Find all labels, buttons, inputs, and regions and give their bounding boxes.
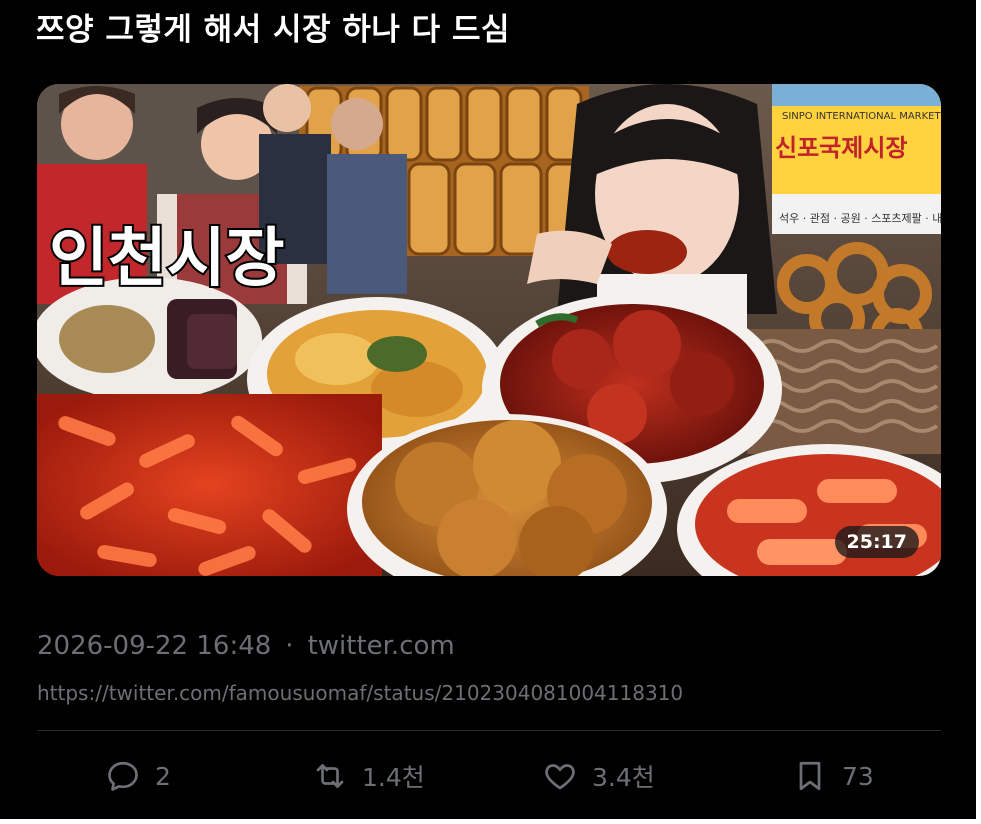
reply-icon — [108, 761, 138, 791]
sign-subtext: SINPO INTERNATIONAL MARKET — [782, 111, 941, 122]
retweet-count: 1.4천 — [362, 763, 425, 792]
tweet-card: 쯔양 그렇게 해서 시장 하나 다 드심 SINPO INTERNATIONAL… — [0, 0, 976, 819]
action-bar: 2 1.4천 3.4천 73 — [37, 748, 941, 804]
like-button[interactable]: 3.4천 — [542, 748, 655, 804]
thumbnail-illustration: SINPO INTERNATIONAL MARKET 신포국제시장 석우 · 관… — [37, 84, 941, 576]
bookmark-icon — [799, 761, 821, 791]
reply-count: 2 — [155, 761, 171, 791]
reply-button[interactable]: 2 — [105, 748, 171, 804]
market-sign: SINPO INTERNATIONAL MARKET 신포국제시장 석우 · 관… — [772, 84, 941, 234]
video-duration-badge: 25:17 — [834, 526, 919, 558]
bookmark-count: 73 — [842, 761, 874, 791]
overlay-title: 인천시장 — [49, 222, 285, 296]
post-url[interactable]: https://twitter.com/famousuomaf/status/2… — [37, 681, 683, 705]
banner-text: 석우 · 관점 · 공원 · 스포츠제팔 · 내리 — [779, 212, 941, 225]
post-timestamp: 2026-09-22 16:48 — [37, 631, 272, 661]
heart-icon — [545, 764, 575, 790]
divider — [37, 730, 941, 731]
sign-text: 신포국제시장 — [775, 134, 907, 162]
post-title: 쯔양 그렇게 해서 시장 하나 다 드심 — [36, 12, 511, 48]
retweet-button[interactable]: 1.4천 — [312, 748, 425, 804]
retweet-icon — [316, 764, 344, 788]
bookmark-button[interactable]: 73 — [792, 748, 874, 804]
video-thumbnail[interactable]: SINPO INTERNATIONAL MARKET 신포국제시장 석우 · 관… — [37, 84, 941, 576]
like-count: 3.4천 — [592, 763, 655, 792]
meta-separator: · — [285, 631, 294, 661]
tteokbokki-pan — [37, 394, 382, 576]
post-source[interactable]: twitter.com — [308, 631, 455, 661]
post-meta: 2026-09-22 16:48 · twitter.com — [37, 631, 455, 661]
